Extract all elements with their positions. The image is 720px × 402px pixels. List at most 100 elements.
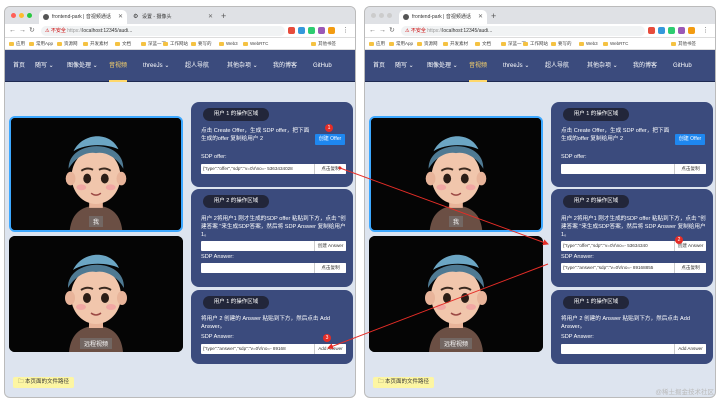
extension-icon[interactable] xyxy=(688,27,695,34)
minimize-window-icon[interactable] xyxy=(19,13,24,18)
add-answer-field[interactable]: {"type":"answer","sdp":"v=0\r\no=- 89168… xyxy=(201,344,346,354)
close-tab-icon[interactable]: ✕ xyxy=(118,10,123,24)
copy-answer-button[interactable]: 点击复制 xyxy=(314,263,346,273)
extension-icon[interactable] xyxy=(308,27,315,34)
bookmark-item[interactable]: 其他书签 xyxy=(671,38,696,49)
extension-icon[interactable] xyxy=(678,27,685,34)
forward-icon[interactable]: → xyxy=(19,26,26,36)
new-tab-button[interactable]: + xyxy=(491,10,496,22)
extension-icon[interactable] xyxy=(318,27,325,34)
close-tab-icon[interactable]: ✕ xyxy=(478,10,483,24)
bookmark-item[interactable]: 资源网 xyxy=(417,38,438,49)
nav-item[interactable]: 音视频 xyxy=(109,50,128,82)
nav-item[interactable]: 我的博客 xyxy=(273,50,297,82)
bookmark-item[interactable]: WebRTC xyxy=(243,38,268,49)
nav-item[interactable]: GitHub xyxy=(313,50,332,82)
bookmark-item[interactable]: 资源网 xyxy=(57,38,78,49)
tab-favicon-icon xyxy=(403,14,409,20)
folder-icon xyxy=(243,41,248,46)
add-answer-button[interactable]: Add Answer xyxy=(314,344,346,354)
nav-item[interactable]: 其他杂项 ⌄ xyxy=(587,50,618,82)
bookmark-item[interactable]: 文档 xyxy=(475,38,491,49)
avatar-cheek xyxy=(465,184,476,191)
sdp-offer-field[interactable]: 点击复制 xyxy=(561,164,706,174)
bookmark-item[interactable]: 应用 xyxy=(369,38,385,49)
nav-item[interactable]: 其他杂项 ⌄ xyxy=(227,50,258,82)
nav-item[interactable]: GitHub xyxy=(673,50,692,82)
url-scheme: https:// xyxy=(67,28,83,34)
file-path-label: 本页面的文件路径 xyxy=(385,379,430,385)
nav-item[interactable]: 图像处理 ⌄ xyxy=(67,50,98,82)
menu-icon[interactable]: ⋮ xyxy=(342,26,349,36)
url-input[interactable]: ⚠ 不安全 https://localhost:12345/audi... xyxy=(401,26,645,36)
paste-offer-field[interactable]: 创建 Answer xyxy=(201,241,346,251)
extension-icon[interactable] xyxy=(648,27,655,34)
create-offer-button[interactable]: 创建 Offer xyxy=(315,134,345,145)
extension-icon[interactable] xyxy=(288,27,295,34)
reload-icon[interactable]: ↻ xyxy=(29,26,35,36)
nav-item[interactable]: 超人导航 xyxy=(545,50,569,82)
add-answer-button[interactable]: Add Answer xyxy=(674,344,706,354)
tab-frontend-park[interactable]: frontend-park | 音视频通话 ✕ xyxy=(399,10,487,24)
copy-answer-button[interactable]: 点击复制 xyxy=(674,263,706,273)
close-window-icon[interactable] xyxy=(11,13,16,18)
add-answer-field[interactable]: Add Answer xyxy=(561,344,706,354)
new-tab-button[interactable]: + xyxy=(221,10,226,22)
nav-item[interactable]: 随写 ⌄ xyxy=(35,50,54,82)
sdp-answer-field[interactable]: 点击复制 xyxy=(201,263,346,273)
maximize-window-icon[interactable] xyxy=(387,13,392,18)
create-offer-button[interactable]: 创建 Offer xyxy=(675,134,705,145)
bookmark-item[interactable]: 文档 xyxy=(115,38,131,49)
bookmark-item[interactable]: 应用 xyxy=(9,38,25,49)
site-nav: 首页 随写 ⌄ 图像处理 ⌄ 音视频 threeJs ⌄ 超人导航 其他杂项 ⌄ 我的博客 Gi… xyxy=(365,50,715,82)
bookmark-item[interactable]: 要写的 xyxy=(191,38,212,49)
close-tab-icon[interactable]: ✕ xyxy=(208,10,213,24)
back-icon[interactable]: ← xyxy=(369,26,376,36)
menu-icon[interactable]: ⋮ xyxy=(702,26,709,36)
bookmark-item[interactable]: 要写的 xyxy=(551,38,572,49)
bookmark-item[interactable]: WebRTC xyxy=(603,38,628,49)
sdp-answer-field[interactable]: {"type":"answer","sdp":"v=0\r\no=- 89168… xyxy=(561,263,706,273)
paste-offer-field[interactable]: {"type":"offer","sdp":"v=0\r\no=- 536343… xyxy=(561,241,706,251)
extension-icon[interactable] xyxy=(668,27,675,34)
bookmark-item[interactable]: 常用App xyxy=(29,38,53,49)
nav-item[interactable]: 音视频 xyxy=(469,50,488,82)
bookmark-item[interactable]: 工作网站 xyxy=(163,38,188,49)
minimize-window-icon[interactable] xyxy=(379,13,384,18)
bookmark-item[interactable]: Web3 xyxy=(219,38,238,49)
copy-offer-button[interactable]: 点击复制 xyxy=(674,164,706,174)
bookmark-item[interactable]: 开发素材 xyxy=(83,38,108,49)
reload-icon[interactable]: ↻ xyxy=(389,26,395,36)
nav-item[interactable]: 首页 xyxy=(373,50,385,82)
nav-item[interactable]: 图像处理 ⌄ xyxy=(427,50,458,82)
nav-item[interactable]: 我的博客 xyxy=(633,50,657,82)
forward-icon[interactable]: → xyxy=(379,26,386,36)
site-nav: 首页 随写 ⌄ 图像处理 ⌄ 音视频 threeJs ⌄ 超人导航 其他杂项 ⌄ 我的博客 Gi… xyxy=(5,50,355,82)
bookmark-item[interactable]: 工作网站 xyxy=(523,38,548,49)
bookmark-item[interactable]: 常用App xyxy=(389,38,413,49)
file-path-button[interactable]: 🗀 本页面的文件路径 xyxy=(13,377,75,388)
extension-icon[interactable] xyxy=(328,27,335,34)
bookmark-item[interactable]: Web3 xyxy=(579,38,598,49)
url-input[interactable]: ⚠ 不安全 https://localhost:12345/audi... xyxy=(41,26,285,36)
nav-item[interactable]: 随写 ⌄ xyxy=(395,50,414,82)
bookmark-item[interactable]: 其他书签 xyxy=(311,38,336,49)
back-icon[interactable]: ← xyxy=(9,26,16,36)
nav-item[interactable]: 首页 xyxy=(13,50,25,82)
nav-item[interactable]: threeJs ⌄ xyxy=(143,50,169,82)
video-label: 远程视频 xyxy=(439,338,473,349)
maximize-window-icon[interactable] xyxy=(27,13,32,18)
bookmark-item[interactable]: 开发素材 xyxy=(443,38,468,49)
extension-icon[interactable] xyxy=(658,27,665,34)
tab-frontend-park[interactable]: frontend-park | 音视频通话 ✕ xyxy=(39,10,127,24)
extension-icon[interactable] xyxy=(298,27,305,34)
file-path-button[interactable]: 🗀 本页面的文件路径 xyxy=(373,377,435,388)
sdp-offer-field[interactable]: {"type":"offer","sdp":"v=0\r\no=- 536343… xyxy=(201,164,346,174)
copy-offer-button[interactable]: 点击复制 xyxy=(314,164,346,174)
user1-add-answer-card: 用户 1 的操作区域 将用户 2 创建的 Answer 粘贴到下方，然后点击 A… xyxy=(551,290,713,364)
create-answer-button[interactable]: 创建 Answer xyxy=(314,241,346,251)
close-window-icon[interactable] xyxy=(371,13,376,18)
nav-item[interactable]: threeJs ⌄ xyxy=(503,50,529,82)
nav-item[interactable]: 超人导航 xyxy=(185,50,209,82)
tab-settings-camera[interactable]: ⚙ 设置 - 摄像头 ✕ xyxy=(129,10,217,24)
